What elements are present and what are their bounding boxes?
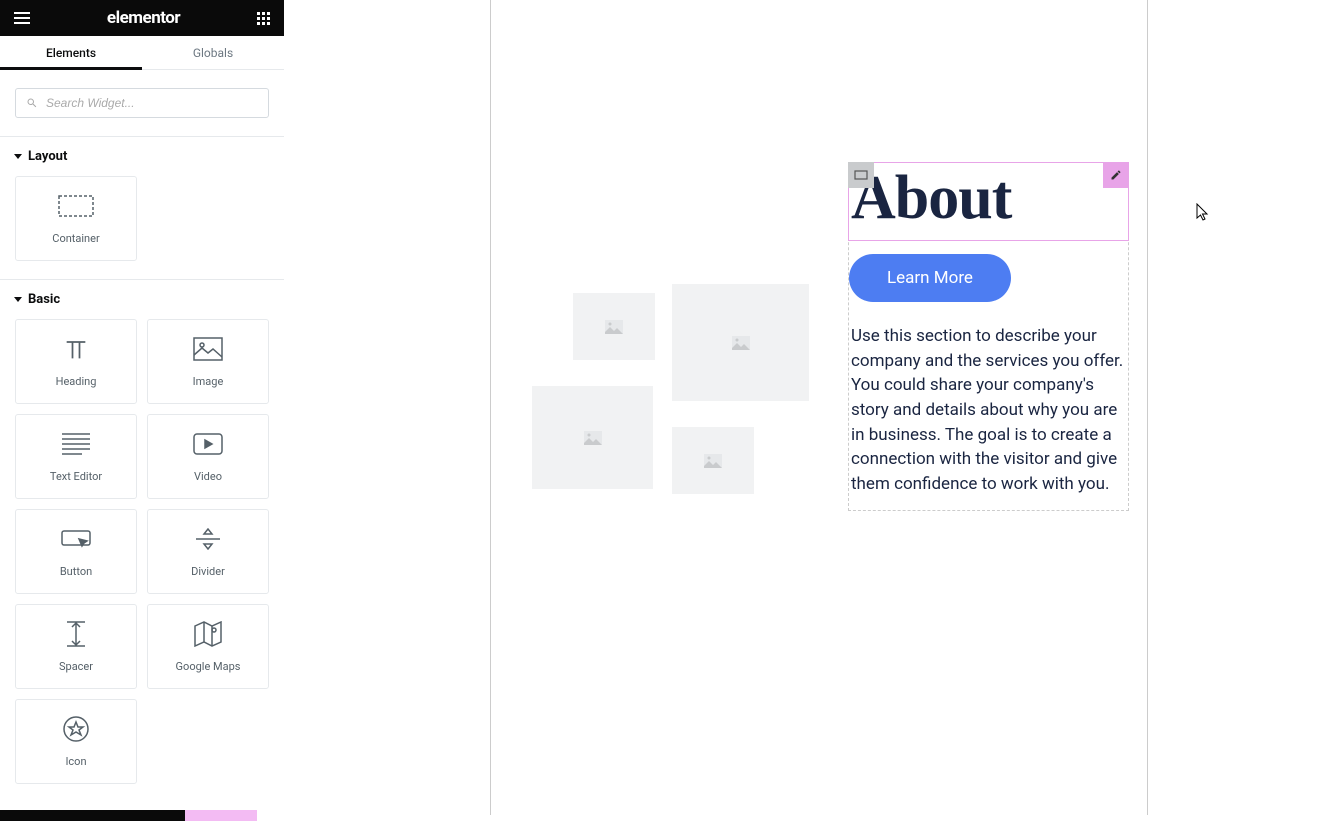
editor-canvas[interactable]: About Learn More Use this section to des… — [284, 0, 1340, 821]
text-editor-icon — [62, 430, 90, 458]
section-basic: Basic Heading Image — [0, 280, 284, 802]
tab-elements[interactable]: Elements — [0, 36, 142, 69]
section-layout-title: Layout — [28, 149, 67, 164]
bottom-bar — [0, 810, 284, 821]
widget-edit-button[interactable] — [1103, 162, 1129, 188]
heading-icon — [62, 335, 90, 363]
section-basic-header[interactable]: Basic — [0, 280, 284, 319]
widget-text-editor[interactable]: Text Editor — [15, 414, 137, 499]
widget-divider[interactable]: Divider — [147, 509, 269, 594]
widget-spacer[interactable]: Spacer — [15, 604, 137, 689]
caret-down-icon — [14, 297, 22, 302]
widget-google-maps[interactable]: Google Maps — [147, 604, 269, 689]
tab-globals[interactable]: Globals — [142, 36, 284, 69]
heading-text[interactable]: About — [849, 163, 1128, 240]
button-icon — [61, 525, 91, 553]
widget-button[interactable]: Button — [15, 509, 137, 594]
app-root: elementor Elements Globals Layout — [0, 0, 1340, 821]
editor-sidebar: elementor Elements Globals Layout — [0, 0, 284, 821]
gallery-image-2[interactable] — [672, 284, 809, 401]
search-wrap — [0, 70, 284, 136]
video-icon — [193, 430, 223, 458]
search-icon — [26, 97, 38, 109]
body-text[interactable]: Use this section to describe your compan… — [849, 324, 1128, 496]
pencil-icon — [1110, 169, 1122, 181]
widget-container[interactable]: Container — [15, 176, 137, 261]
widget-drag-handle[interactable] — [848, 162, 874, 188]
panel-tabs: Elements Globals — [0, 36, 284, 70]
search-input[interactable] — [46, 96, 258, 110]
content-column[interactable]: About Learn More Use this section to des… — [848, 162, 1129, 511]
widget-image[interactable]: Image — [147, 319, 269, 404]
search-box — [15, 88, 269, 118]
gallery-image-1[interactable] — [573, 293, 655, 360]
map-icon — [194, 620, 222, 648]
widget-heading[interactable]: Heading — [15, 319, 137, 404]
hamburger-menu-button[interactable] — [14, 12, 30, 24]
apps-grid-button[interactable] — [257, 12, 270, 25]
spacer-icon — [67, 620, 85, 648]
image-icon — [193, 335, 223, 363]
mouse-cursor — [1196, 203, 1210, 221]
caret-down-icon — [14, 154, 22, 159]
learn-more-button[interactable]: Learn More — [849, 254, 1011, 302]
sidebar-header: elementor — [0, 0, 284, 36]
gallery-image-3[interactable] — [532, 386, 653, 489]
logo: elementor — [107, 8, 180, 28]
divider-icon — [196, 525, 220, 553]
container-icon — [58, 192, 94, 220]
star-icon — [63, 715, 89, 743]
widget-icon[interactable]: Icon — [15, 699, 137, 784]
section-layout: Layout Container — [0, 136, 284, 280]
widget-video[interactable]: Video — [147, 414, 269, 499]
section-basic-title: Basic — [28, 292, 60, 307]
heading-widget-selected[interactable]: About — [848, 162, 1129, 241]
section-layout-header[interactable]: Layout — [0, 137, 284, 176]
gallery-image-4[interactable] — [672, 427, 754, 494]
